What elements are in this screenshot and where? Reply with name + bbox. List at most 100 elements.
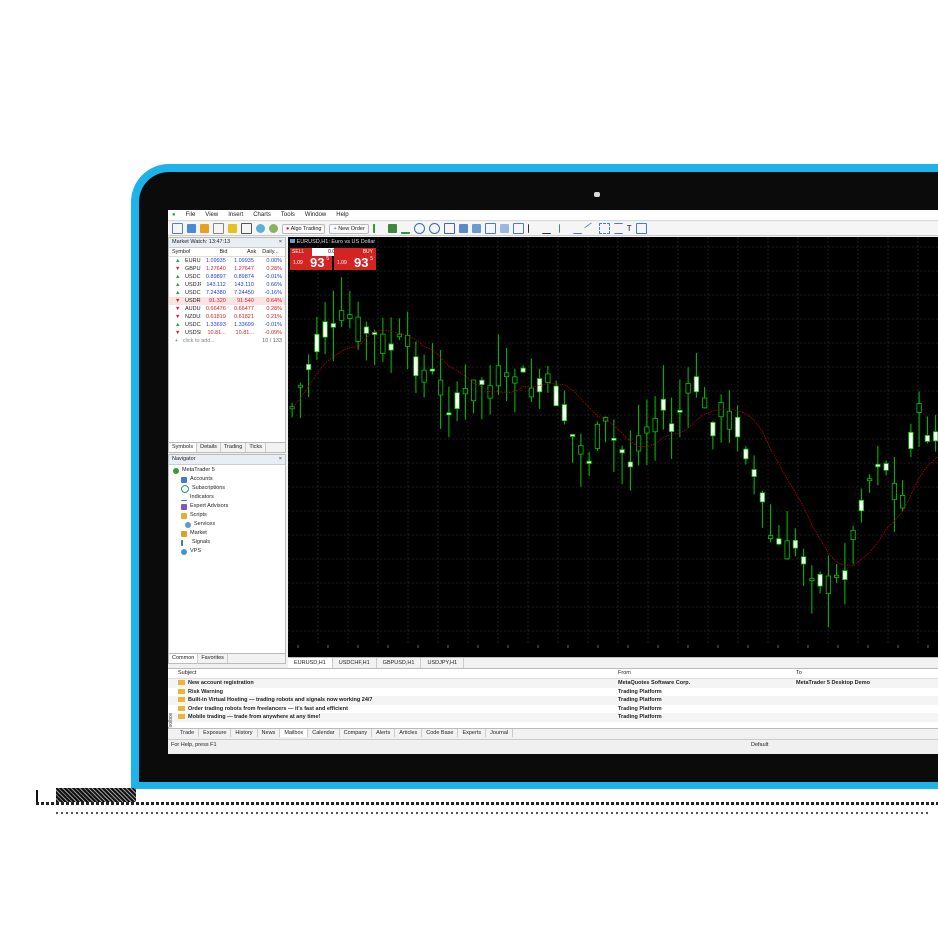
- text-tool-icon[interactable]: T: [627, 224, 632, 233]
- fibonacci-icon[interactable]: [598, 223, 610, 234]
- mailbox-row[interactable]: Built-in Virtual Hosting — trading robot…: [168, 696, 938, 705]
- col-ask[interactable]: Ask: [230, 248, 259, 256]
- channel-icon[interactable]: [613, 223, 623, 234]
- market-watch-row[interactable]: ▲ USDCHF 0.89897 0.89874 -0.01%: [169, 273, 285, 281]
- tab-journal[interactable]: Journal: [486, 729, 514, 737]
- market-watch-row[interactable]: ▼ GBPUSD 1.27640 1.27647 0.28%: [169, 265, 285, 273]
- mailbox-row[interactable]: New account registration MetaQuotes Softw…: [168, 679, 938, 688]
- tab-history[interactable]: History: [231, 729, 258, 737]
- tab-symbols[interactable]: Symbols: [169, 443, 198, 452]
- tab-exposure[interactable]: Exposure: [199, 729, 232, 737]
- menu-window[interactable]: Window: [305, 212, 326, 218]
- menu-view[interactable]: View: [205, 212, 218, 218]
- tab-calendar[interactable]: Calendar: [308, 729, 340, 737]
- cursor-icon[interactable]: [527, 224, 538, 233]
- nav-item-experts[interactable]: Expert Advisors: [173, 502, 285, 511]
- chart-window[interactable]: EURUSD,H1: Euro vs US Dollar SELL 1.09 9…: [288, 237, 938, 669]
- menu-tools[interactable]: Tools: [281, 212, 295, 218]
- mailbox-row[interactable]: Mobile trading — trade from anywhere at …: [168, 713, 938, 722]
- market-watch-row[interactable]: ▲ EURUSD 1.09935 1.09935 0.00%: [169, 257, 285, 265]
- market-watch-row[interactable]: ▼ NZDUSD 0.61819 0.61821 0.21%: [169, 313, 285, 321]
- crosshair-icon[interactable]: [541, 224, 551, 234]
- mailbox-row[interactable]: Risk Warning Trading Platform: [168, 688, 938, 697]
- profiles-icon[interactable]: [187, 224, 196, 233]
- close-icon[interactable]: ×: [279, 455, 282, 464]
- market-watch-row[interactable]: ▼ USDSEK 10.81... 10.81... -0.09%: [169, 329, 285, 337]
- tab-company[interactable]: Company: [340, 729, 373, 737]
- add-symbol-row[interactable]: + click to add... 10 / 133: [169, 337, 285, 345]
- tile-windows-icon[interactable]: [443, 223, 455, 234]
- market-watch-row[interactable]: ▼ USDRUB 91.320 91.540 0.64%: [169, 297, 285, 305]
- col-from[interactable]: From: [618, 669, 796, 678]
- tab-code-base[interactable]: Code Base: [422, 729, 459, 737]
- shapes-icon[interactable]: [635, 223, 647, 234]
- nav-item-signals[interactable]: Signals: [173, 538, 285, 547]
- auto-scroll-icon[interactable]: [458, 224, 468, 233]
- nav-item-scripts[interactable]: Scripts: [173, 511, 285, 520]
- zoom-in-icon[interactable]: [413, 223, 425, 234]
- tab-favorites[interactable]: Favorites: [198, 654, 228, 663]
- navigator-icon[interactable]: [228, 224, 237, 233]
- market-watch-row[interactable]: ▲ USDCNH 7.24380 7.24450 -0.16%: [169, 289, 285, 297]
- templates-icon[interactable]: [512, 223, 524, 234]
- tab-alerts[interactable]: Alerts: [372, 729, 396, 737]
- chart-tab-eurusd[interactable]: EURUSD,H1: [288, 658, 333, 668]
- chart-tab-gbpusd[interactable]: GBPUSD,H1: [377, 658, 422, 668]
- close-icon[interactable]: ×: [279, 238, 282, 247]
- tab-common[interactable]: Common: [169, 654, 199, 663]
- tab-details[interactable]: Details: [197, 443, 221, 452]
- strategy-tester-icon[interactable]: [256, 224, 265, 233]
- periods-icon[interactable]: [499, 224, 509, 233]
- menu-insert[interactable]: Insert: [228, 212, 243, 218]
- col-symbol[interactable]: Symbol: [169, 248, 202, 256]
- nav-item-market[interactable]: Market: [173, 529, 285, 538]
- new-chart-icon[interactable]: [172, 223, 183, 234]
- col-bid[interactable]: Bid: [202, 248, 231, 256]
- market-watch-row[interactable]: ▲ USDJPY 143.112 143.110 0.66%: [169, 281, 285, 289]
- horizontal-line-icon[interactable]: [572, 224, 582, 234]
- nav-item-subscriptions[interactable]: Subscriptions: [173, 484, 285, 493]
- candle-body: [883, 463, 889, 471]
- tab-articles[interactable]: Articles: [395, 729, 423, 737]
- mailbox-row[interactable]: Order trading robots from freelancers — …: [168, 705, 938, 714]
- chart-title-text: EURUSD,H1: Euro vs US Dollar: [296, 239, 376, 245]
- nav-item-vps[interactable]: VPS: [173, 547, 285, 556]
- zoom-out-icon[interactable]: [428, 223, 440, 234]
- buy-button[interactable]: BUY 1.09 93 5: [334, 248, 376, 270]
- tab-ticks[interactable]: Ticks: [246, 443, 266, 452]
- col-to[interactable]: To: [796, 669, 938, 678]
- col-subject[interactable]: Subject: [178, 669, 618, 678]
- metaeditor-icon[interactable]: [269, 224, 278, 233]
- market-watch-row[interactable]: ▲ USDCAD 1.33693 1.33699 -0.01%: [169, 321, 285, 329]
- nav-item-accounts[interactable]: Accounts: [173, 475, 285, 484]
- algo-trading-button[interactable]: ● Algo Trading: [282, 223, 326, 234]
- indicators-icon[interactable]: [484, 223, 496, 234]
- terminal-icon[interactable]: [241, 223, 252, 234]
- tab-experts[interactable]: Experts: [458, 729, 487, 737]
- candlestick-icon[interactable]: [387, 224, 397, 233]
- menu-charts[interactable]: Charts: [253, 212, 271, 218]
- tab-trading[interactable]: Trading: [221, 443, 247, 452]
- chart-tab-usdchf[interactable]: USDCHF,H1: [333, 658, 377, 668]
- chart-shift-icon[interactable]: [471, 224, 481, 233]
- nav-item-services[interactable]: Services: [173, 520, 285, 529]
- tab-mailbox[interactable]: Mailbox: [280, 729, 309, 737]
- tab-trade[interactable]: Trade: [176, 729, 200, 737]
- price-chart[interactable]: [288, 237, 938, 657]
- col-daily[interactable]: Daily...: [259, 248, 285, 256]
- market-watch-row[interactable]: ▼ AUDUSD 0.66476 0.66477 0.28%: [169, 305, 285, 313]
- menu-file[interactable]: File: [186, 212, 196, 218]
- new-order-button[interactable]: + New Order: [329, 223, 369, 234]
- vertical-line-icon[interactable]: [558, 224, 569, 233]
- tab-news[interactable]: News: [258, 729, 281, 737]
- nav-item-indicators[interactable]: Indicators: [173, 493, 285, 502]
- bar-chart-icon[interactable]: [372, 224, 384, 233]
- menu-help[interactable]: Help: [336, 212, 348, 218]
- data-window-icon[interactable]: [213, 223, 224, 234]
- market-watch-icon[interactable]: [200, 224, 209, 233]
- trend-line-icon[interactable]: [583, 221, 597, 236]
- chart-tab-usdjpy[interactable]: USDJPY,H1: [421, 658, 465, 668]
- nav-item-metatrader[interactable]: MetaTrader 5: [173, 466, 285, 475]
- subject-text: Built-in Virtual Hosting — trading robot…: [188, 697, 373, 703]
- line-chart-icon[interactable]: [400, 223, 410, 234]
